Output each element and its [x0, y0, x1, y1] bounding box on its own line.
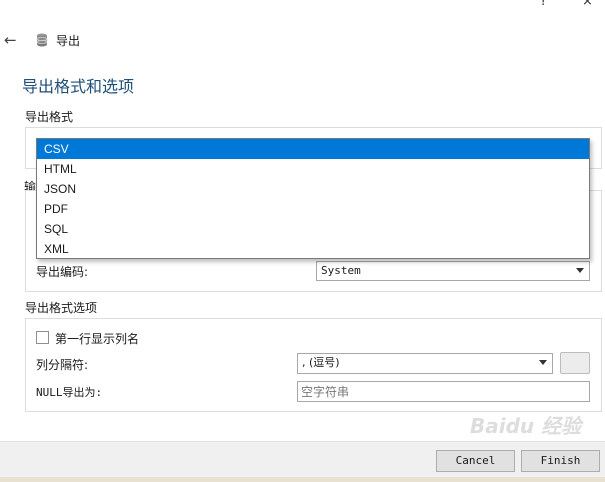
format-option-html[interactable]: HTML — [37, 159, 589, 179]
separator-value: , (逗号) — [302, 356, 340, 369]
format-option-xml[interactable]: XML — [37, 239, 589, 259]
export-format-dropdown[interactable]: CSV HTML JSON PDF SQL XML — [36, 138, 590, 259]
watermark-logo: Baidu 经验 — [470, 414, 582, 438]
null-export-input[interactable] — [297, 381, 590, 402]
help-button[interactable]: ? — [540, 0, 547, 9]
finish-button[interactable]: Finish — [521, 450, 600, 472]
close-button[interactable]: × — [582, 0, 593, 9]
separator-label: 列分隔符: — [36, 358, 89, 372]
separator-extra-button[interactable] — [560, 352, 590, 374]
chevron-down-icon — [576, 268, 584, 273]
null-label: NULL导出为: — [36, 386, 103, 399]
format-options-label: 导出格式选项 — [25, 301, 98, 315]
encoding-select[interactable]: System — [316, 261, 590, 281]
encoding-value: System — [321, 264, 361, 277]
show-column-names-label: 第一行显示列名 — [55, 332, 140, 346]
separator-select[interactable]: , (逗号) — [297, 353, 553, 374]
header: ← 导出 — [0, 30, 300, 52]
encoding-label: 导出编码: — [36, 265, 89, 279]
database-icon — [36, 33, 48, 47]
header-title: 导出 — [56, 34, 81, 48]
format-option-csv[interactable]: CSV — [37, 139, 589, 159]
footer-edge — [0, 477, 605, 482]
arrow-left-icon[interactable]: ← — [4, 30, 17, 50]
page-title: 导出格式和选项 — [22, 77, 135, 96]
format-option-pdf[interactable]: PDF — [37, 199, 589, 219]
cancel-button[interactable]: Cancel — [436, 450, 515, 472]
format-option-sql[interactable]: SQL — [37, 219, 589, 239]
export-format-label: 导出格式 — [25, 110, 74, 124]
format-option-json[interactable]: JSON — [37, 179, 589, 199]
chevron-down-icon — [539, 360, 547, 365]
show-column-names-checkbox[interactable] — [36, 331, 49, 344]
